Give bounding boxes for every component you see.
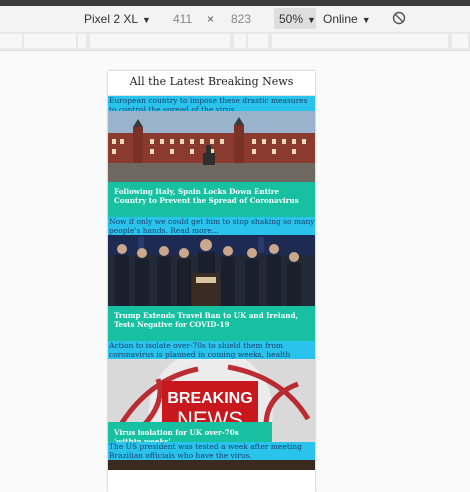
height-input[interactable]: 823 [231,12,251,26]
media-query-bar[interactable] [0,32,470,51]
rotate-disabled-icon[interactable] [392,11,406,25]
article-image-spain[interactable] [108,111,315,182]
article-headline[interactable]: Following Italy, Spain Locks Down Entire… [108,182,315,217]
zoom-value: 50% [279,12,304,26]
device-select[interactable]: Pixel 2 XL ▼ [84,12,151,27]
zoom-select-label: 50% ▼ [279,12,316,27]
device-name: Pixel 2 XL [84,12,139,26]
article-headline[interactable]: Trump Extends Travel Ban to UK and Irela… [108,306,315,341]
network-select[interactable]: Online ▼ [323,12,371,27]
article-headline[interactable]: Virus isolation for UK over-70s 'within … [108,422,272,442]
times-sign: × [207,12,215,26]
article-snippet[interactable]: Now if only we could get him to stop sha… [108,217,315,235]
network-value: Online [323,12,358,26]
article-snippet[interactable]: The US president was tested a week after… [108,442,315,460]
article-snippet[interactable]: European country to impose these drastic… [108,96,315,111]
phone-viewport: All the Latest Breaking News European co… [108,71,315,492]
breaking-text: BREAKING [167,390,252,407]
article-snippet[interactable]: Action to isolate over-70s to shield the… [108,341,315,359]
width-input[interactable]: 411 [173,12,192,26]
article-image-press-conference[interactable] [108,235,315,306]
article-image-partial[interactable] [108,460,315,470]
page-title: All the Latest Breaking News [108,71,315,96]
chevron-down-icon: ▼ [307,15,316,25]
article-image-breaking-news[interactable]: BREAKING NEWS Virus isolation for UK ove… [108,359,315,442]
chevron-down-icon: ▼ [361,15,371,25]
chevron-down-icon: ▼ [142,15,151,25]
device-toolbar: Pixel 2 XL ▼ 411 × 823 50% ▼ Online ▼ [0,6,470,32]
